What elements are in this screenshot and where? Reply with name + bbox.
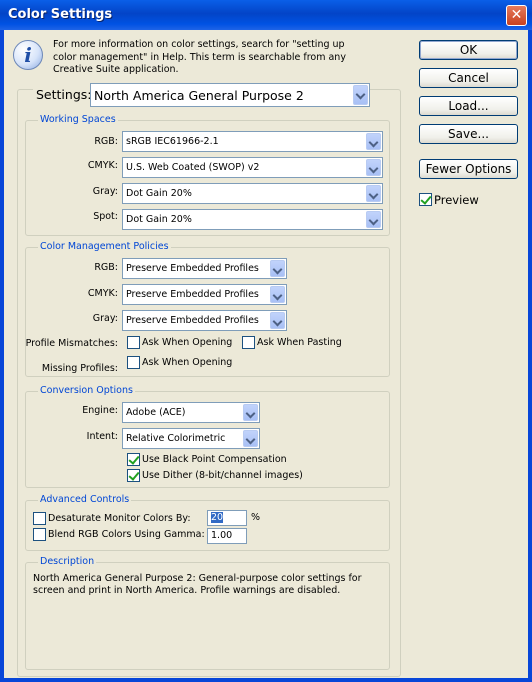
- policy-cmyk-value: Preserve Embedded Profiles: [126, 289, 259, 300]
- policy-cmyk-select[interactable]: Preserve Embedded Profiles: [122, 284, 287, 305]
- load-button[interactable]: Load...: [419, 96, 518, 116]
- policies-legend: Color Management Policies: [38, 241, 171, 252]
- chevron-down-icon: [366, 211, 381, 228]
- desaturate-unit: %: [251, 512, 261, 523]
- blend-gamma-checkbox[interactable]: [33, 528, 46, 541]
- preview-checkbox[interactable]: [419, 193, 432, 206]
- missing-profiles-label: Missing Profiles:: [41, 363, 118, 374]
- chevron-down-icon: [366, 185, 381, 202]
- policy-rgb-select[interactable]: Preserve Embedded Profiles: [122, 258, 287, 279]
- dither-checkbox[interactable]: [127, 469, 140, 482]
- ws-gray-select[interactable]: Dot Gain 20%: [122, 183, 383, 204]
- blend-gamma-label: Blend RGB Colors Using Gamma:: [48, 529, 205, 540]
- desaturate-input[interactable]: 20: [207, 510, 247, 526]
- ws-cmyk-label: CMYK:: [87, 160, 118, 171]
- info-text: For more information on color settings, …: [53, 39, 346, 75]
- desaturate-checkbox[interactable]: [33, 512, 46, 525]
- chevron-down-icon: [270, 312, 285, 329]
- policy-rgb-value: Preserve Embedded Profiles: [126, 263, 259, 274]
- chevron-down-icon: [270, 260, 285, 277]
- blend-gamma-input[interactable]: 1.00: [207, 528, 247, 544]
- window-frame-bottom: [0, 678, 532, 682]
- mismatch-ask-pasting-checkbox[interactable]: [242, 336, 255, 349]
- ws-rgb-select[interactable]: sRGB IEC61966-2.1: [122, 131, 383, 152]
- intent-label: Intent:: [86, 431, 118, 442]
- description-text: North America General Purpose 2: General…: [33, 573, 362, 596]
- intent-value: Relative Colorimetric: [126, 433, 226, 444]
- preview-label: Preview: [434, 193, 479, 207]
- ws-spot-value: Dot Gain 20%: [126, 214, 192, 225]
- ws-gray-value: Dot Gain 20%: [126, 188, 192, 199]
- advanced-legend: Advanced Controls: [38, 494, 132, 505]
- chevron-down-icon: [270, 286, 285, 303]
- title-bar: Color Settings ✕: [0, 0, 532, 30]
- black-point-label: Use Black Point Compensation: [142, 454, 287, 465]
- ws-cmyk-value: U.S. Web Coated (SWOP) v2: [126, 162, 260, 173]
- ws-cmyk-select[interactable]: U.S. Web Coated (SWOP) v2: [122, 157, 383, 178]
- close-icon[interactable]: ✕: [506, 5, 527, 26]
- policy-gray-value: Preserve Embedded Profiles: [126, 315, 259, 326]
- profile-mismatches-label: Profile Mismatches:: [25, 338, 118, 349]
- engine-label: Engine:: [82, 405, 118, 416]
- save-button[interactable]: Save...: [419, 124, 518, 144]
- working-spaces-legend: Working Spaces: [38, 114, 118, 125]
- settings-value: North America General Purpose 2: [94, 88, 304, 103]
- dither-label: Use Dither (8-bit/channel images): [142, 470, 303, 481]
- chevron-down-icon: [366, 133, 381, 150]
- window-frame-left: [0, 30, 4, 682]
- mismatch-ask-opening-label: Ask When Opening: [142, 337, 233, 348]
- policy-rgb-label: RGB:: [94, 262, 118, 273]
- chevron-down-icon: [243, 430, 258, 447]
- policy-cmyk-label: CMYK:: [87, 288, 118, 299]
- settings-label: Settings:: [33, 87, 95, 102]
- missing-ask-opening-label: Ask When Opening: [142, 357, 233, 368]
- description-legend: Description: [38, 556, 97, 567]
- window-title: Color Settings: [8, 7, 113, 22]
- window-frame-right: [528, 30, 532, 682]
- ws-spot-label: Spot:: [93, 211, 118, 222]
- chevron-down-icon: [353, 85, 368, 105]
- conversion-legend: Conversion Options: [38, 385, 135, 396]
- mismatch-ask-opening-checkbox[interactable]: [127, 336, 140, 349]
- cancel-button[interactable]: Cancel: [419, 68, 518, 88]
- settings-select[interactable]: North America General Purpose 2: [90, 83, 370, 107]
- fewer-options-button[interactable]: Fewer Options: [419, 159, 518, 179]
- ws-gray-label: Gray:: [92, 186, 118, 197]
- ok-button[interactable]: OK: [419, 40, 518, 60]
- black-point-checkbox[interactable]: [127, 453, 140, 466]
- intent-select[interactable]: Relative Colorimetric: [122, 428, 260, 449]
- desaturate-value: 20: [211, 512, 224, 523]
- missing-ask-opening-checkbox[interactable]: [127, 356, 140, 369]
- ws-rgb-value: sRGB IEC61966-2.1: [126, 136, 219, 147]
- desaturate-label: Desaturate Monitor Colors By:: [48, 513, 191, 524]
- chevron-down-icon: [243, 404, 258, 421]
- chevron-down-icon: [366, 159, 381, 176]
- ws-spot-select[interactable]: Dot Gain 20%: [122, 209, 383, 230]
- engine-value: Adobe (ACE): [126, 407, 186, 418]
- policy-gray-select[interactable]: Preserve Embedded Profiles: [122, 310, 287, 331]
- policy-gray-label: Gray:: [92, 313, 118, 324]
- mismatch-ask-pasting-label: Ask When Pasting: [257, 337, 342, 348]
- ws-rgb-label: RGB:: [94, 136, 118, 147]
- engine-select[interactable]: Adobe (ACE): [122, 402, 260, 423]
- info-icon: i: [13, 40, 43, 70]
